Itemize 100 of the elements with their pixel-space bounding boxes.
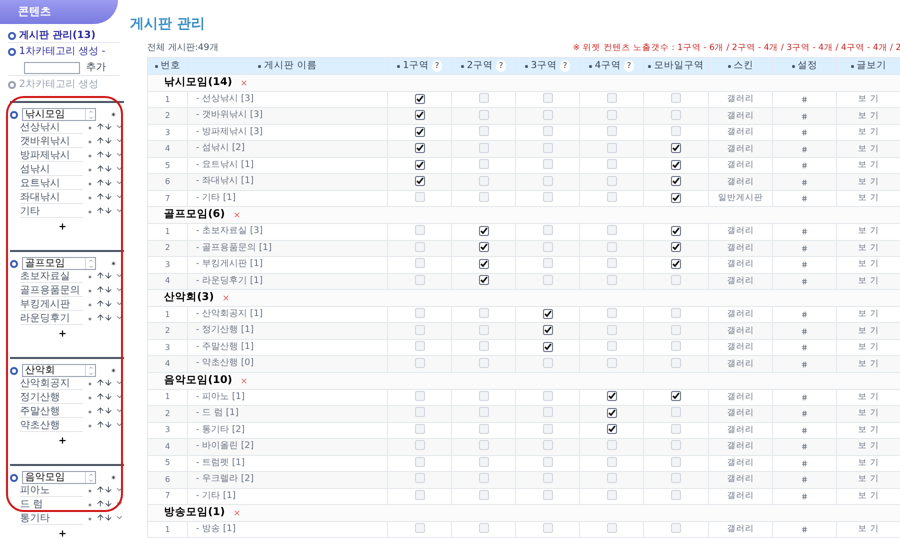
arrow-up-icon[interactable]	[96, 150, 104, 159]
checkbox[interactable]	[542, 342, 552, 352]
checkbox[interactable]	[606, 408, 616, 418]
arrow-down-icon[interactable]	[104, 513, 114, 522]
checkbox[interactable]	[414, 176, 424, 186]
arrow-down-icon[interactable]	[104, 150, 114, 159]
arrow-down-icon[interactable]	[104, 206, 114, 215]
settings-icon[interactable]	[801, 394, 808, 401]
checkbox[interactable]	[671, 192, 681, 202]
settings-icon[interactable]	[801, 146, 808, 152]
help-badge[interactable]: ?	[560, 60, 570, 72]
arrow-up-icon[interactable]	[96, 136, 104, 145]
category-item[interactable]: 부킹게시판	[20, 299, 83, 311]
settings-icon[interactable]	[801, 195, 808, 202]
settings-icon[interactable]	[801, 178, 808, 186]
arrow-down-icon[interactable]	[104, 313, 114, 322]
settings-icon[interactable]	[801, 311, 808, 318]
settings-icon[interactable]	[801, 443, 808, 450]
delete-icon[interactable]	[240, 78, 248, 87]
checkbox[interactable]	[606, 424, 616, 434]
settings-icon[interactable]	[801, 476, 808, 484]
category-item[interactable]: 주말산행	[20, 406, 83, 418]
group-select[interactable]: 골프모임	[22, 257, 96, 270]
checkbox[interactable]	[606, 391, 616, 402]
settings-icon[interactable]	[801, 410, 808, 418]
arrow-up-icon[interactable]	[96, 378, 104, 387]
checkbox[interactable]	[414, 126, 424, 136]
arrow-up-icon[interactable]	[96, 485, 104, 494]
checkbox[interactable]	[478, 258, 488, 269]
arrow-down-icon[interactable]	[104, 485, 114, 494]
checkbox[interactable]	[478, 226, 488, 236]
category-item[interactable]: 섬낚시	[20, 164, 83, 176]
arrow-down-icon[interactable]	[104, 271, 114, 280]
arrow-down-icon[interactable]	[104, 299, 114, 308]
delete-icon[interactable]	[222, 294, 230, 302]
arrow-up-icon[interactable]	[96, 192, 104, 201]
checkbox[interactable]	[542, 325, 552, 335]
category-item[interactable]: 요트낚시	[20, 178, 83, 190]
arrow-down-icon[interactable]	[104, 136, 114, 145]
arrow-up-icon[interactable]	[96, 271, 104, 280]
arrow-up-icon[interactable]	[96, 122, 104, 131]
arrow-down-icon[interactable]	[104, 499, 114, 508]
checkbox[interactable]	[414, 160, 424, 170]
settings-icon[interactable]	[801, 328, 808, 334]
checkbox[interactable]	[414, 110, 424, 120]
settings-icon[interactable]	[801, 162, 808, 169]
arrow-up-icon[interactable]	[96, 285, 104, 294]
menu-link[interactable]: 게시판 관리(13)	[19, 30, 96, 42]
settings-icon[interactable]	[801, 129, 808, 136]
category-item[interactable]: 골프용품문의	[20, 285, 83, 297]
arrow-up-icon[interactable]	[96, 406, 104, 415]
settings-icon[interactable]	[801, 344, 808, 351]
arrow-up-icon[interactable]	[96, 499, 104, 508]
arrow-up-icon[interactable]	[96, 178, 104, 187]
settings-icon[interactable]	[801, 426, 808, 434]
category-item[interactable]: 선상낚시	[20, 122, 83, 134]
add-icon[interactable]	[58, 328, 67, 338]
settings-icon[interactable]	[801, 261, 808, 268]
group-select[interactable]: 산악회	[22, 364, 96, 377]
category-item[interactable]: 통기타	[20, 513, 83, 525]
checkbox[interactable]	[671, 226, 681, 236]
category-item[interactable]: 산악회공지	[20, 378, 83, 390]
arrow-up-icon[interactable]	[96, 420, 104, 429]
settings-icon[interactable]	[801, 228, 808, 236]
add-button[interactable]: 추가	[86, 62, 106, 74]
category-item[interactable]: 약초산행	[20, 420, 83, 432]
settings-icon[interactable]	[801, 492, 808, 500]
checkbox[interactable]	[671, 391, 681, 402]
help-badge[interactable]: ?	[496, 60, 506, 72]
checkbox[interactable]	[671, 143, 681, 153]
checkbox[interactable]	[478, 275, 488, 286]
delete-icon[interactable]	[232, 211, 241, 220]
view-link[interactable]: 보 기	[836, 256, 900, 273]
category-item[interactable]: 방파제낚시	[20, 150, 83, 162]
arrow-down-icon[interactable]	[104, 378, 114, 387]
category-item[interactable]: 정기산행	[20, 392, 83, 404]
checkbox[interactable]	[414, 94, 424, 104]
arrow-up-icon[interactable]	[96, 299, 104, 308]
arrow-down-icon[interactable]	[104, 406, 114, 415]
arrow-up-icon[interactable]	[96, 164, 104, 173]
checkbox[interactable]	[671, 176, 681, 186]
category-item[interactable]: 갯바위낚시	[20, 136, 83, 148]
arrow-up-icon[interactable]	[96, 313, 104, 322]
settings-icon[interactable]	[801, 460, 808, 467]
category-item[interactable]: 라운딩후기	[20, 313, 83, 325]
settings-icon[interactable]	[801, 96, 808, 103]
settings-icon[interactable]	[801, 112, 808, 120]
category-item[interactable]: 피아노	[20, 485, 83, 497]
arrow-down-icon[interactable]	[104, 178, 114, 187]
arrow-up-icon[interactable]	[96, 206, 104, 215]
add-icon[interactable]	[58, 436, 67, 444]
category-input[interactable]	[24, 62, 80, 74]
category-item[interactable]: 드 럼	[20, 499, 83, 511]
help-badge[interactable]: ?	[432, 60, 442, 72]
arrow-up-icon[interactable]	[96, 392, 104, 401]
arrow-down-icon[interactable]	[104, 122, 114, 131]
group-select[interactable]: 음악모임	[22, 471, 96, 484]
view-link[interactable]: 보 기	[836, 224, 900, 240]
checkbox[interactable]	[478, 242, 488, 252]
menu-link[interactable]: 1차카테고리 생성 -	[19, 46, 106, 58]
